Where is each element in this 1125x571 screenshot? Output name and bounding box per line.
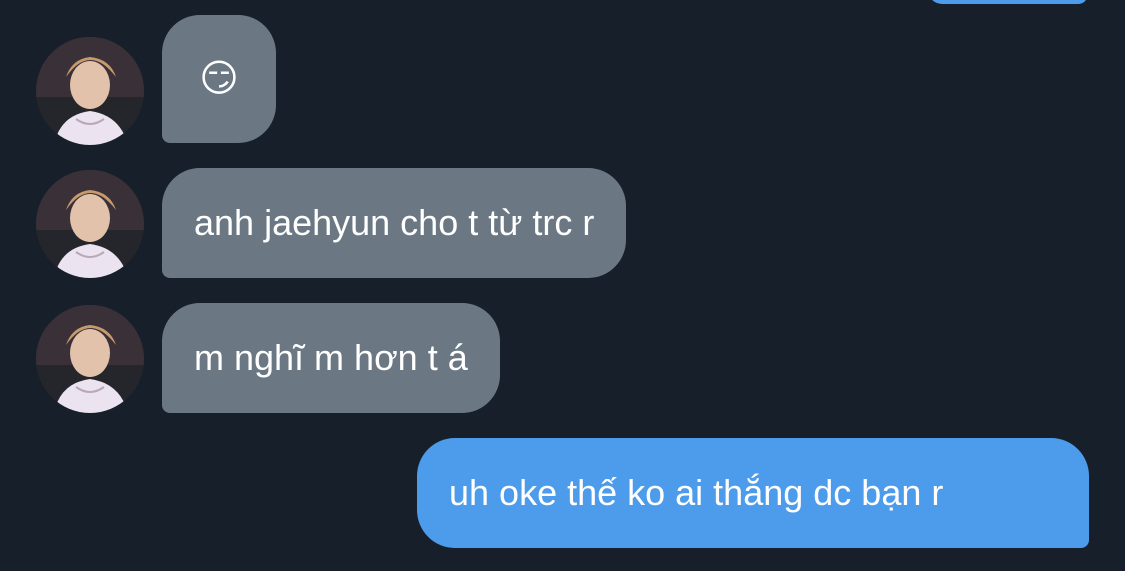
message-text: uh oke thế ko ai thắng dc bạn r <box>449 472 944 513</box>
smirk-emoji: 😏 <box>199 58 239 100</box>
incoming-message-bubble[interactable]: anh jaehyun cho t từ trc r <box>162 168 627 278</box>
message-text: m nghĩ m hơn t á <box>194 337 468 378</box>
message-text: anh jaehyun cho t từ trc r <box>194 202 595 243</box>
outgoing-message-bubble-partial[interactable] <box>928 0 1088 4</box>
avatar[interactable] <box>36 37 144 145</box>
avatar-photo-icon <box>36 305 144 413</box>
avatar-photo-icon <box>36 170 144 278</box>
avatar-photo-icon <box>36 37 144 145</box>
chat-thread: 😏 anh jaehyun cho t từ trc r m nghĩ m hơ… <box>0 0 1125 571</box>
avatar[interactable] <box>36 305 144 413</box>
incoming-message-bubble[interactable]: 😏 <box>162 15 276 143</box>
outgoing-message-bubble[interactable]: uh oke thế ko ai thắng dc bạn r <box>417 438 1089 548</box>
incoming-message-bubble[interactable]: m nghĩ m hơn t á <box>162 303 500 413</box>
avatar[interactable] <box>36 170 144 278</box>
